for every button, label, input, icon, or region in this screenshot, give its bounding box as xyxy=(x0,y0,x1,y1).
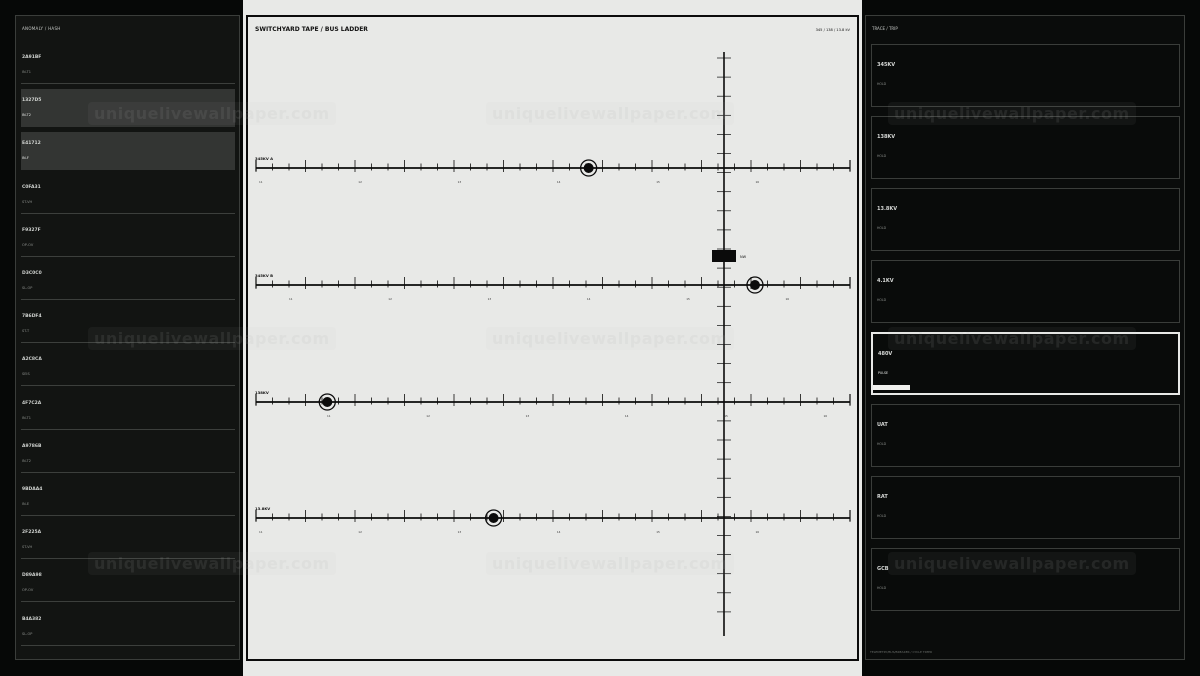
watermark: uniquelivewallpaper.com xyxy=(88,102,336,125)
bus-tick-label: 14 xyxy=(557,180,561,184)
trace-state: HOLD xyxy=(877,586,887,590)
trace-voltage: 138KV xyxy=(877,134,896,140)
bus-tick-label: 15 xyxy=(686,297,690,301)
bus-tick-label: 15 xyxy=(724,414,728,418)
bus-tick-label: 13 xyxy=(526,414,530,418)
breaker-block xyxy=(712,250,736,262)
bus-tick-label: 13 xyxy=(458,530,462,534)
bus-label: 345KV A xyxy=(255,156,273,161)
bus-tick-label: 12 xyxy=(358,530,362,534)
watermark: uniquelivewallpaper.com xyxy=(88,552,336,575)
watermark: uniquelivewallpaper.com xyxy=(888,102,1136,125)
watermark: uniquelivewallpaper.com xyxy=(486,102,734,125)
watermark: uniquelivewallpaper.com xyxy=(486,552,734,575)
bus-tick-label: 14 xyxy=(625,414,629,418)
watermark: uniquelivewallpaper.com xyxy=(888,552,1136,575)
trace-card[interactable]: RAT HOLD xyxy=(871,476,1180,539)
watermark: uniquelivewallpaper.com xyxy=(888,327,1136,350)
bus-label: 345KV B xyxy=(255,273,273,278)
bus-tick-label: 16 xyxy=(786,297,790,301)
trace-card[interactable]: 4.1KV HOLD xyxy=(871,260,1180,323)
bus-tick-label: 13 xyxy=(458,180,462,184)
trace-state: HOLD xyxy=(877,442,887,446)
bus-tick-label: 11 xyxy=(327,414,331,418)
bus-tick-label: 15 xyxy=(656,180,660,184)
trace-panel-title: TRACE / TRIP xyxy=(872,26,898,31)
bus-tick-label: 16 xyxy=(824,414,828,418)
trace-state: HOLD xyxy=(877,226,887,230)
trace-card[interactable]: UAT HOLD xyxy=(871,404,1180,467)
bus-tick-label: 14 xyxy=(587,297,591,301)
trace-card[interactable]: 138KV HOLD xyxy=(871,116,1180,179)
trace-state: HOLD xyxy=(877,298,887,302)
bus-marker-dot xyxy=(583,163,594,173)
bus-tick-label: 13 xyxy=(488,297,492,301)
watermark: uniquelivewallpaper.com xyxy=(486,327,734,350)
footer-note: TELEMETRY/BUS/BREAKER / CYCLE TIMER xyxy=(870,650,933,654)
bus-tick-label: 11 xyxy=(259,530,263,534)
bus-tick-label: 16 xyxy=(756,530,760,534)
trace-state: HOLD xyxy=(877,514,887,518)
bus-tick-label: 16 xyxy=(756,180,760,184)
pulse-progress-bar xyxy=(873,385,910,390)
watermark: uniquelivewallpaper.com xyxy=(88,327,336,350)
trace-card[interactable]: 13.8KV HOLD xyxy=(871,188,1180,251)
bus-tick-label: 15 xyxy=(656,530,660,534)
bus-tick-label: 11 xyxy=(259,180,263,184)
trace-voltage: 480V xyxy=(878,351,893,357)
trace-voltage: 345KV xyxy=(877,62,896,68)
bus-tick-label: 11 xyxy=(289,297,293,301)
trace-voltage: UAT xyxy=(877,422,888,428)
bus-marker-dot xyxy=(488,513,499,523)
trace-voltage: GCB xyxy=(877,566,889,572)
bus-tick-label: 12 xyxy=(358,180,362,184)
bus-label: 138KV xyxy=(255,390,269,395)
trace-voltage: 13.8KV xyxy=(877,206,898,212)
bus-tick-label: 12 xyxy=(388,297,392,301)
bus-marker-dot xyxy=(749,280,760,290)
bus-tick-label: 14 xyxy=(557,530,561,534)
trace-voltage: 4.1KV xyxy=(877,278,894,284)
breaker-label: NW xyxy=(740,255,747,259)
trace-state: HOLD xyxy=(877,154,887,158)
bus-label: 13.8KV xyxy=(255,506,270,511)
trace-state: PULSE xyxy=(878,371,889,375)
trace-card[interactable]: 345KV HOLD xyxy=(871,44,1180,107)
bus-marker-dot xyxy=(322,397,333,407)
trace-voltage: RAT xyxy=(877,494,888,500)
trace-state: HOLD xyxy=(877,82,887,86)
bus-tick-label: 12 xyxy=(426,414,430,418)
